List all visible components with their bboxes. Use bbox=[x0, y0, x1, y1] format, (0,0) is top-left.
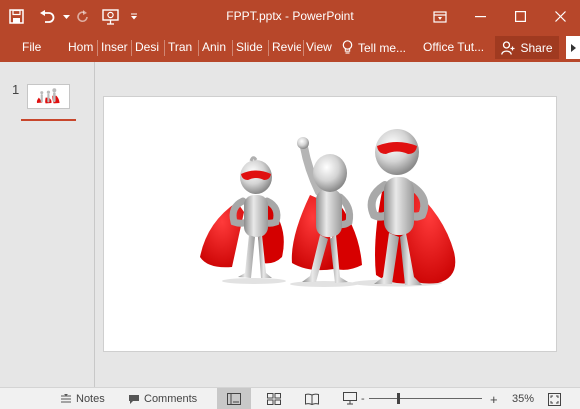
ribbon-display-options-button[interactable] bbox=[420, 0, 460, 33]
tab-divider bbox=[131, 40, 132, 56]
tab-insert[interactable]: Inser bbox=[101, 33, 129, 62]
quick-access-toolbar bbox=[0, 0, 144, 33]
tab-review[interactable]: Revie bbox=[272, 33, 301, 62]
restore-icon bbox=[433, 10, 447, 23]
start-from-beginning-button[interactable] bbox=[96, 0, 124, 33]
undo-dropdown[interactable] bbox=[62, 0, 70, 33]
maximize-button[interactable] bbox=[500, 0, 540, 33]
close-icon bbox=[554, 11, 566, 22]
zoom-in-button[interactable]: + bbox=[490, 388, 498, 409]
notes-icon bbox=[61, 394, 71, 403]
normal-view-button[interactable] bbox=[217, 388, 251, 409]
present-icon bbox=[101, 8, 119, 25]
tell-me-label: Tell me... bbox=[358, 40, 407, 55]
share-label: Share bbox=[520, 40, 553, 55]
person-icon bbox=[501, 40, 515, 55]
undo-button[interactable] bbox=[32, 0, 62, 33]
tab-divider bbox=[303, 40, 304, 56]
tab-slide-show[interactable]: Slide bbox=[236, 33, 266, 62]
tab-divider bbox=[97, 40, 98, 56]
normal-view-icon bbox=[227, 392, 241, 405]
ribbon-tabs: File Hom Inser Desi Tran Anin Slide Revi… bbox=[0, 33, 580, 62]
notes-label: Notes bbox=[76, 393, 105, 405]
sorter-view-icon bbox=[267, 392, 281, 405]
comments-button[interactable]: Comments bbox=[128, 388, 197, 409]
lightbulb-icon bbox=[342, 40, 353, 54]
comments-label: Comments bbox=[144, 393, 198, 405]
maximize-icon bbox=[514, 11, 526, 22]
tab-animations[interactable]: Anin bbox=[202, 33, 230, 62]
tell-me-box[interactable]: Tell me... bbox=[342, 33, 406, 62]
slide-canvas[interactable] bbox=[103, 96, 557, 352]
redo-button[interactable] bbox=[70, 0, 96, 33]
save-button[interactable] bbox=[0, 0, 32, 33]
redo-icon bbox=[77, 9, 88, 22]
tab-transitions[interactable]: Tran bbox=[168, 33, 196, 62]
superheroes-image[interactable] bbox=[104, 97, 556, 351]
minimize-icon bbox=[474, 15, 486, 17]
tab-divider bbox=[198, 40, 199, 56]
notes-button[interactable]: Notes bbox=[60, 388, 105, 409]
slide-sorter-button[interactable] bbox=[257, 388, 291, 409]
window-controls bbox=[420, 0, 580, 33]
title-bar: FPPT.pptx - PowerPoint bbox=[0, 0, 580, 33]
reading-view-icon bbox=[305, 393, 319, 405]
customize-icon bbox=[131, 13, 137, 20]
zoom-slider-thumb[interactable] bbox=[397, 393, 400, 404]
reading-view-button[interactable] bbox=[295, 388, 329, 409]
slide-thumbnail-pane: 1 bbox=[0, 62, 95, 387]
minimize-button[interactable] bbox=[460, 0, 500, 33]
ribbon-expand-button[interactable] bbox=[566, 36, 580, 59]
chevron-right-icon bbox=[570, 43, 576, 52]
close-button[interactable] bbox=[540, 0, 580, 33]
slideshow-icon bbox=[343, 392, 357, 405]
tab-design[interactable]: Desi bbox=[135, 33, 162, 62]
zoom-out-button[interactable]: - bbox=[361, 388, 365, 409]
comments-icon bbox=[129, 394, 139, 404]
tab-view[interactable]: View bbox=[306, 33, 334, 62]
superheroes-thumbnail-image bbox=[36, 88, 60, 104]
status-bar: Notes Comments - + 35% bbox=[0, 387, 580, 409]
tab-office-tutorials[interactable]: Office Tut... bbox=[423, 33, 484, 62]
undo-icon bbox=[40, 9, 55, 23]
fit-slide-button[interactable] bbox=[548, 388, 561, 409]
customize-toolbar-button[interactable] bbox=[124, 0, 144, 33]
tab-divider bbox=[268, 40, 269, 56]
share-button[interactable]: Share bbox=[495, 36, 559, 59]
slide-number: 1 bbox=[12, 82, 20, 97]
tab-file[interactable]: File bbox=[22, 33, 41, 62]
tab-home[interactable]: Hom bbox=[68, 33, 95, 62]
zoom-slider-track[interactable] bbox=[369, 398, 482, 399]
zoom-level[interactable]: 35% bbox=[512, 388, 534, 409]
chevron-down-icon bbox=[62, 14, 70, 19]
fit-slide-icon bbox=[548, 392, 561, 406]
tab-divider bbox=[164, 40, 165, 56]
slide-thumbnail-selection-indicator bbox=[21, 119, 76, 121]
save-icon bbox=[8, 9, 24, 24]
tab-divider bbox=[232, 40, 233, 56]
slide-thumbnail-1[interactable] bbox=[27, 84, 70, 109]
